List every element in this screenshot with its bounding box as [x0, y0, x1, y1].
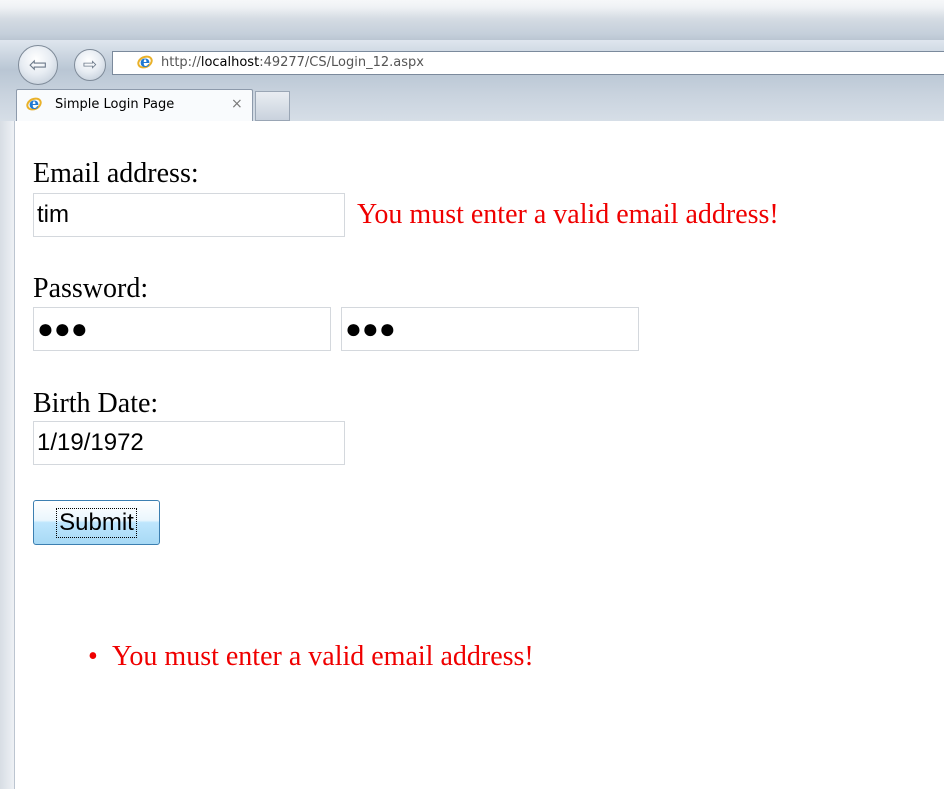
validation-summary: • You must enter a valid email address! — [88, 643, 534, 671]
forward-arrow-icon: ⇨ — [82, 55, 98, 75]
email-error-message: You must enter a valid email address! — [357, 199, 779, 230]
back-button[interactable]: ⇦ — [18, 45, 58, 85]
birth-date-label: Birth Date: — [33, 388, 159, 419]
email-label: Email address: — [33, 158, 199, 189]
email-field[interactable]: tim — [33, 193, 345, 237]
window-left-edge — [0, 121, 14, 789]
url-host: localhost — [200, 55, 260, 70]
page-content: Email address: tim You must enter a vali… — [14, 121, 944, 789]
password-label: Password: — [33, 273, 149, 304]
tab-strip: e Simple Login Page × — [0, 86, 944, 121]
close-icon[interactable]: × — [231, 96, 243, 112]
bullet: • — [88, 641, 98, 672]
password-field[interactable]: ●●● — [33, 307, 331, 351]
submit-button[interactable]: Submit — [33, 500, 160, 545]
url-path: :49277/CS/Login_12.aspx — [259, 55, 424, 70]
window-titlebar — [0, 0, 944, 40]
confirm-password-field[interactable]: ●●● — [341, 307, 639, 351]
address-bar[interactable]: e http://localhost:49277/CS/Login_12.asp… — [112, 51, 944, 75]
url-prefix: http:// — [161, 55, 201, 70]
submit-label: Submit — [56, 507, 137, 538]
new-tab-button[interactable] — [255, 91, 290, 121]
internet-explorer-icon: e — [24, 95, 44, 114]
internet-explorer-icon: e — [135, 53, 155, 72]
birth-date-field[interactable]: 1/19/1972 — [33, 421, 345, 465]
tab-simple-login-page[interactable]: e Simple Login Page × — [16, 89, 253, 121]
back-arrow-icon: ⇦ — [28, 52, 48, 78]
validation-summary-text: You must enter a valid email address! — [112, 641, 534, 672]
validation-summary-item: • You must enter a valid email address! — [88, 643, 534, 671]
tab-title: Simple Login Page — [55, 97, 175, 112]
url-text[interactable]: http://localhost:49277/CS/Login_12.aspx — [161, 55, 424, 70]
browser-chrome: ⇦ ⇨ e http://localhost:49277/CS/Login_12… — [0, 0, 944, 121]
forward-button[interactable]: ⇨ — [74, 49, 106, 81]
